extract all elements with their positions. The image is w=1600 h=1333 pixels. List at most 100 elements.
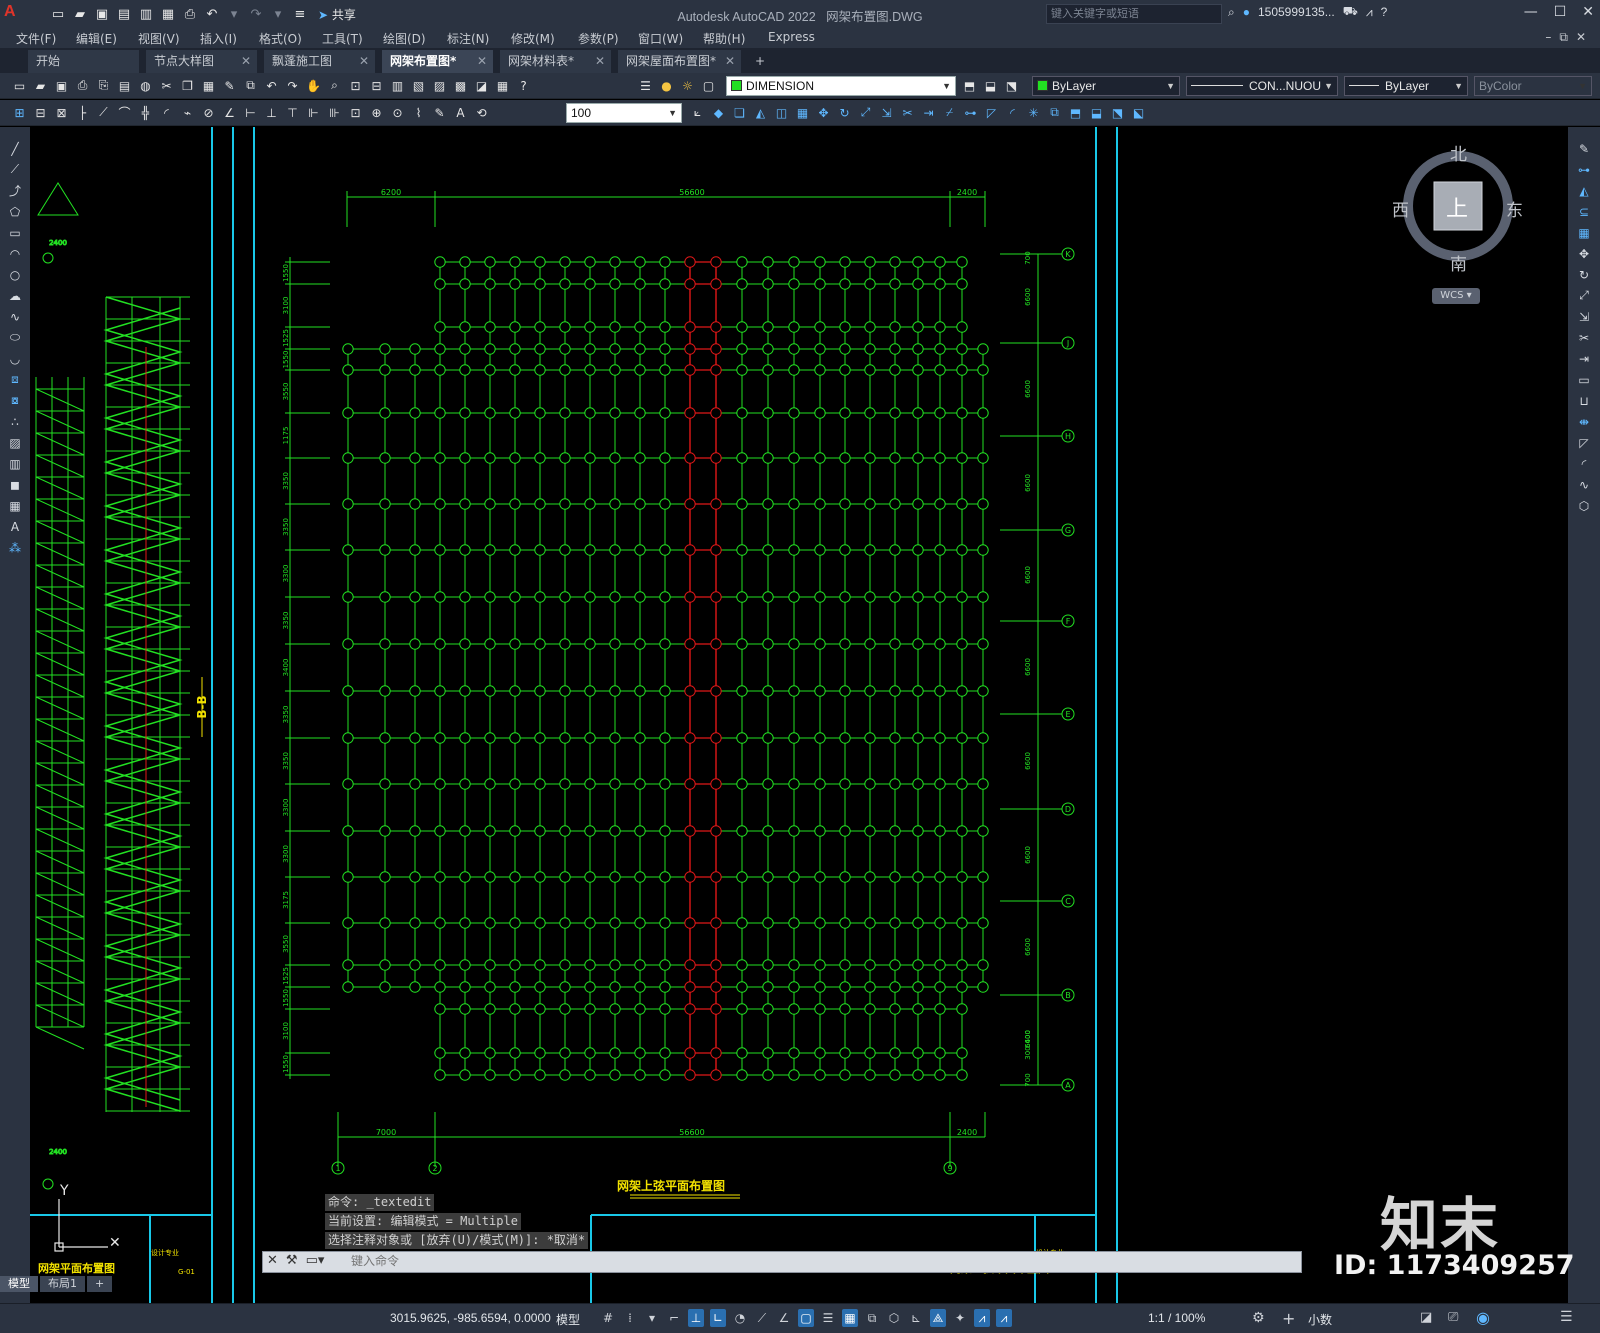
auto-scale-icon[interactable]: ⩘ xyxy=(996,1309,1012,1327)
help-icon[interactable]: ? xyxy=(1381,5,1388,19)
selection-cycling-icon[interactable]: ⧉ xyxy=(864,1309,880,1327)
object-snap-icon[interactable]: ▢ xyxy=(798,1309,814,1327)
line-icon[interactable]: ╱ xyxy=(5,139,25,158)
undo-icon[interactable]: ↶ xyxy=(202,4,222,24)
join-icon[interactable]: ⊶ xyxy=(961,103,980,122)
hardware-acceleration-icon[interactable]: ⎚ xyxy=(1448,1310,1458,1325)
blend-icon[interactable]: ∿ xyxy=(1574,475,1594,494)
share-button[interactable]: ➤ 共享 xyxy=(318,6,356,23)
redo-dropdown-icon[interactable]: ▾ xyxy=(268,4,288,24)
annotation-scale[interactable]: 1:1 / 100% xyxy=(1148,1311,1205,1325)
save-as-icon[interactable]: ▤ xyxy=(114,4,134,24)
sheet-set-icon[interactable]: ▩ xyxy=(451,76,470,95)
transparency-icon[interactable]: ▦ xyxy=(842,1309,858,1327)
join-icon[interactable]: ⇼ xyxy=(1574,412,1594,431)
add-layout-button[interactable]: + xyxy=(87,1276,113,1292)
zoom-previous-icon[interactable]: ⊟ xyxy=(367,76,386,95)
menu-insert[interactable]: 插入(I) xyxy=(200,30,237,47)
save-icon[interactable]: ▣ xyxy=(52,76,71,95)
plot-icon[interactable]: ⎙ xyxy=(73,76,92,95)
menu-modify[interactable]: 修改(M) xyxy=(511,30,555,47)
layer-previous-icon[interactable]: ⬓ xyxy=(981,76,1000,95)
customize-qat-icon[interactable]: ≡ xyxy=(290,4,310,24)
3d-osnap-icon[interactable]: ⬡ xyxy=(886,1309,902,1327)
tab-close-icon[interactable]: ✕ xyxy=(241,50,251,72)
cart-icon[interactable]: ⛟ xyxy=(1343,4,1358,20)
customize-command-icon[interactable]: ⚒ xyxy=(286,1253,298,1268)
layer-properties-icon[interactable]: ☰ xyxy=(636,76,655,95)
menu-file[interactable]: 文件(F) xyxy=(16,30,56,47)
workspace-gear-icon[interactable]: ⚙ xyxy=(1252,1310,1265,1326)
extend-icon[interactable]: ⇥ xyxy=(1574,349,1594,368)
zoom-realtime-icon[interactable]: ⌕ xyxy=(325,76,344,95)
break-icon[interactable]: ⌿ xyxy=(940,103,959,122)
plot-preview-icon[interactable]: ⎘ xyxy=(94,76,113,95)
fillet-icon[interactable]: ◜ xyxy=(1574,454,1594,473)
chamfer-icon[interactable]: ◸ xyxy=(982,103,1001,122)
baseline-dim-icon[interactable]: ⊥ xyxy=(262,103,281,122)
layer-state-icon[interactable]: ⬔ xyxy=(1002,76,1021,95)
offset-icon[interactable]: ◫ xyxy=(772,103,791,122)
text-style-icon[interactable]: ⊟ xyxy=(31,103,50,122)
user-icon[interactable]: ● xyxy=(1243,5,1250,19)
cube-face-label[interactable]: 上 xyxy=(1446,191,1468,223)
gradient-icon[interactable]: ▥ xyxy=(5,454,25,473)
quick-dim-icon[interactable]: ⊢ xyxy=(241,103,260,122)
dim-style-icon[interactable]: ⊞ xyxy=(10,103,29,122)
help-search-input[interactable]: 键入关键字或短语 xyxy=(1046,4,1222,24)
plotstyle-dropdown[interactable]: ByColor ▼ xyxy=(1474,76,1592,96)
break-point-icon[interactable]: ▭ xyxy=(1574,370,1594,389)
compass-west[interactable]: 西 xyxy=(1392,196,1409,221)
ortho-icon[interactable]: ∟ xyxy=(710,1309,726,1327)
isolate-objects-icon[interactable]: ◪ xyxy=(1420,1310,1432,1325)
tab-model[interactable]: 模型 xyxy=(0,1276,38,1292)
multiline-text-icon[interactable]: A xyxy=(5,517,25,536)
close-command-icon[interactable]: ✕ xyxy=(267,1253,278,1268)
lineweight-dropdown[interactable]: ByLayer ▼ xyxy=(1344,76,1468,96)
aligned-dim-icon[interactable]: ⟋ xyxy=(94,103,113,122)
compass-east[interactable]: 东 xyxy=(1506,196,1523,221)
dim-override-icon[interactable]: ⟀ xyxy=(688,103,707,122)
send-back-icon[interactable]: ⬓ xyxy=(1087,103,1106,122)
undo-icon[interactable]: ↶ xyxy=(262,76,281,95)
wcs-menu[interactable]: WCS ▾ xyxy=(1432,288,1480,304)
tab-truss-layout[interactable]: 网架布置图* ✕ xyxy=(382,50,494,73)
move-icon[interactable]: ✥ xyxy=(1574,244,1594,263)
help-icon[interactable]: ? xyxy=(514,76,533,95)
trim-icon[interactable]: ✂ xyxy=(898,103,917,122)
make-block-icon[interactable]: ⧇ xyxy=(5,391,25,410)
ellipse-arc-icon[interactable]: ◡ xyxy=(5,349,25,368)
menu-edit[interactable]: 编辑(E) xyxy=(76,30,117,47)
menu-express[interactable]: Express xyxy=(768,30,815,44)
dim-edit-icon[interactable]: ✎ xyxy=(430,103,449,122)
fillet-icon[interactable]: ◜ xyxy=(1003,103,1022,122)
tab-close-icon[interactable]: ✕ xyxy=(359,50,369,72)
make-current-layer-icon[interactable]: ⬒ xyxy=(960,76,979,95)
stretch-icon[interactable]: ⇲ xyxy=(877,103,896,122)
rotate-icon[interactable]: ↻ xyxy=(835,103,854,122)
tab-material-list[interactable]: 网架材料表* ✕ xyxy=(500,50,612,73)
inspection-icon[interactable]: ⊙ xyxy=(388,103,407,122)
dynamic-ucs-icon[interactable]: ⊾ xyxy=(908,1309,924,1327)
copy-icon[interactable]: ⊶ xyxy=(1574,160,1594,179)
maximize-icon[interactable]: ☐ xyxy=(1554,4,1567,20)
grid-icon[interactable]: # xyxy=(600,1309,616,1327)
selection-filter-icon[interactable]: ⟁ xyxy=(930,1309,946,1327)
tab-close-icon[interactable]: ✕ xyxy=(595,50,605,72)
layer-dropdown[interactable]: DIMENSION ▼ xyxy=(726,76,956,96)
revision-cloud-icon[interactable]: ☁ xyxy=(5,286,25,305)
autodesk-a360-icon[interactable]: ⩘ xyxy=(1366,5,1373,20)
compass-south[interactable]: 南 xyxy=(1450,250,1467,275)
polygon-icon[interactable]: ⬠ xyxy=(5,202,25,221)
coordinate-readout[interactable]: 3015.9625, -985.6594, 0.0000 xyxy=(390,1311,551,1325)
command-line[interactable]: ✕ ⚒ ▭▾ xyxy=(262,1251,1302,1273)
model-space-toggle[interactable]: 模型 xyxy=(556,1311,580,1328)
draworder-icon[interactable]: ⧉ xyxy=(1045,103,1064,122)
layer-freeze-icon[interactable]: ☼ xyxy=(678,76,697,95)
stretch-icon[interactable]: ⇲ xyxy=(1574,307,1594,326)
minimize-icon[interactable]: — xyxy=(1524,4,1538,20)
polar-icon[interactable]: ◔ xyxy=(732,1309,748,1327)
ellipse-icon[interactable]: ⬭ xyxy=(5,328,25,347)
redo-icon[interactable]: ↷ xyxy=(283,76,302,95)
tab-close-icon[interactable]: ✕ xyxy=(477,50,487,72)
